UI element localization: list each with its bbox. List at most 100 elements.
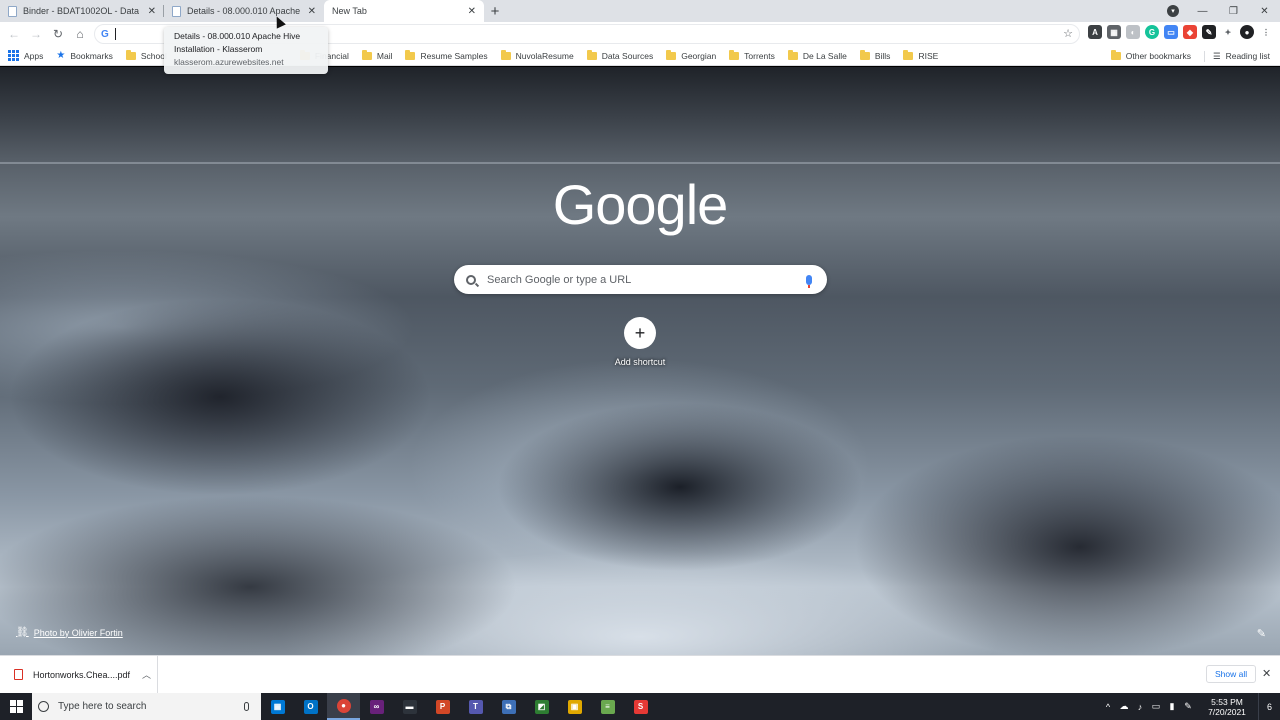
bookmark-folder[interactable]: Georgian [666, 49, 716, 61]
speaker-icon[interactable]: ♪ [1132, 702, 1148, 712]
bookmark-folder[interactable]: Data Sources [586, 49, 653, 61]
bookmark-folder[interactable]: Bills [859, 49, 890, 61]
back-arrow-icon[interactable]: ← [3, 23, 25, 45]
bookmark-apps[interactable]: Apps [8, 50, 43, 61]
extension-icon[interactable]: ✎ [1202, 25, 1216, 39]
hover-title-line1: Details - 08.000.010 Apache Hive [174, 31, 301, 41]
battery-icon[interactable]: ▮ [1164, 701, 1180, 712]
puzzle-icon[interactable]: ✦ [1221, 25, 1235, 39]
cloud-icon[interactable]: ☁ [1116, 701, 1132, 712]
taskbar-app-green[interactable]: ◩ [525, 693, 558, 720]
horizon-line [0, 162, 1280, 164]
bookmark-label: School [140, 50, 167, 61]
microphone-icon[interactable] [244, 702, 249, 711]
tab-title: Details - 08.000.010 Apache Hive [187, 6, 302, 16]
terminal-icon: ▬ [402, 699, 417, 714]
clock-time: 5:53 PM [1211, 696, 1243, 707]
add-shortcut-tile[interactable]: + Add shortcut [610, 317, 670, 367]
tab-details[interactable]: Details - 08.000.010 Apache Hive ✕ [164, 0, 324, 22]
tab-hover-card: Details - 08.000.010 Apache Hive Install… [164, 27, 328, 74]
powerpoint-icon: P [435, 699, 450, 714]
pen-icon[interactable]: ✎ [1180, 701, 1196, 712]
avatar[interactable]: ● [1240, 25, 1254, 39]
taskbar-visual-studio[interactable]: ∞ [360, 693, 393, 720]
search-placeholder: Search Google or type a URL [487, 273, 632, 286]
forward-arrow-icon[interactable]: → [25, 23, 47, 45]
chevron-up-icon[interactable]: ︿ [142, 668, 151, 681]
app-icon: ◩ [534, 699, 549, 714]
bookmark-other[interactable]: Other bookmarks [1110, 50, 1191, 61]
extension-icon[interactable]: A [1088, 25, 1102, 39]
grammarly-icon[interactable]: G [1145, 25, 1159, 39]
network-icon[interactable]: ▭ [1148, 701, 1164, 712]
tab-close-icon[interactable]: ✕ [148, 6, 156, 17]
calculator-icon: ▦ [270, 699, 285, 714]
outlook-icon: O [303, 699, 318, 714]
tab-search-icon[interactable]: ▾ [1167, 5, 1179, 17]
bookmark-star-icon[interactable]: ☆ [1063, 27, 1073, 40]
bookmark-folder[interactable]: RISE [903, 49, 938, 61]
extension-icon[interactable]: ◆ [1183, 25, 1197, 39]
customize-pencil-icon[interactable]: ✎ [1257, 627, 1266, 640]
reload-icon[interactable]: ↻ [47, 23, 69, 45]
extension-icon[interactable]: ◐ [1126, 25, 1140, 39]
clock[interactable]: 5:53 PM 7/20/2021 [1202, 697, 1252, 717]
taskbar-network-app[interactable]: ⧉ [492, 693, 525, 720]
search-box[interactable]: Search Google or type a URL [454, 265, 827, 294]
menu-icon[interactable]: ⋮ [1259, 25, 1273, 39]
taskbar-app-yellow[interactable]: ▣ [558, 693, 591, 720]
taskbar-terminal[interactable]: ▬ [393, 693, 426, 720]
taskbar-powerpoint[interactable]: P [426, 693, 459, 720]
tab-new-tab[interactable]: New Tab ✕ [324, 0, 484, 22]
close-window-button[interactable]: ✕ [1249, 0, 1280, 22]
folder-icon [666, 49, 677, 60]
search-icon [466, 274, 476, 285]
pdf-file-icon [14, 669, 23, 680]
taskbar-teams[interactable]: T [459, 693, 492, 720]
app-icon: S [633, 699, 648, 714]
notification-count: 6 [1266, 701, 1272, 712]
tab-close-icon[interactable]: ✕ [308, 6, 316, 17]
bookmark-label: Resume Samples [420, 50, 488, 61]
chevron-up-icon[interactable]: ^ [1100, 702, 1116, 712]
taskbar-calculator[interactable]: ▦ [261, 693, 294, 720]
clock-date: 7/20/2021 [1208, 706, 1246, 717]
start-button[interactable] [0, 693, 32, 720]
tab-binder[interactable]: Binder - BDAT1002OL - Data Syst ✕ [0, 0, 164, 22]
taskbar-outlook[interactable]: O [294, 693, 327, 720]
download-item[interactable]: Hortonworks.Chea....pdf ︿ [0, 655, 158, 694]
bookmark-folder[interactable]: Torrents [729, 49, 775, 61]
bookmark-folder[interactable]: NuvolaResume [500, 49, 574, 61]
home-icon[interactable]: ⌂ [69, 23, 91, 45]
bookmark-folder[interactable]: Mail [361, 49, 392, 61]
close-shelf-icon[interactable]: ✕ [1262, 667, 1271, 680]
bookmark-folder[interactable]: School [125, 49, 167, 61]
tab-close-icon[interactable]: ✕ [468, 6, 476, 17]
maximize-button[interactable]: ❐ [1218, 0, 1249, 22]
bookmark-bookmarks[interactable]: ★ Bookmarks [56, 50, 112, 61]
folder-icon [1110, 50, 1121, 60]
folder-icon [787, 49, 798, 60]
tab-title: Binder - BDAT1002OL - Data Syst [23, 6, 142, 16]
visual-studio-icon: ∞ [369, 699, 384, 714]
reading-list-button[interactable]: ☰ Reading list [1203, 50, 1270, 62]
taskbar-notepad[interactable]: ≡ [591, 693, 624, 720]
tab-strip: Binder - BDAT1002OL - Data Syst ✕ Detail… [0, 0, 1280, 22]
bookmark-folder[interactable]: Resume Samples [405, 49, 488, 61]
browser-window: Binder - BDAT1002OL - Data Syst ✕ Detail… [0, 0, 1280, 720]
folder-icon [903, 49, 914, 60]
taskbar-chrome[interactable]: ● [327, 693, 360, 720]
show-all-button[interactable]: Show all [1206, 665, 1257, 683]
bookmark-folder[interactable]: De La Salle [787, 49, 847, 61]
extension-icon[interactable]: ▦ [1107, 25, 1121, 39]
taskbar-search[interactable]: Type here to search [32, 693, 261, 720]
extension-icon[interactable]: ▭ [1164, 25, 1178, 39]
photo-credit-link[interactable]: ⛓ Photo by Olivier Fortin [16, 627, 123, 638]
new-tab-button[interactable]: + [484, 0, 506, 22]
download-filename: Hortonworks.Chea....pdf [33, 669, 131, 680]
microphone-icon[interactable] [806, 274, 812, 288]
notification-center-icon[interactable]: 6 [1258, 693, 1280, 720]
taskbar-app-red[interactable]: S [624, 693, 657, 720]
minimize-button[interactable]: — [1187, 0, 1218, 22]
plus-icon: + [624, 317, 656, 349]
